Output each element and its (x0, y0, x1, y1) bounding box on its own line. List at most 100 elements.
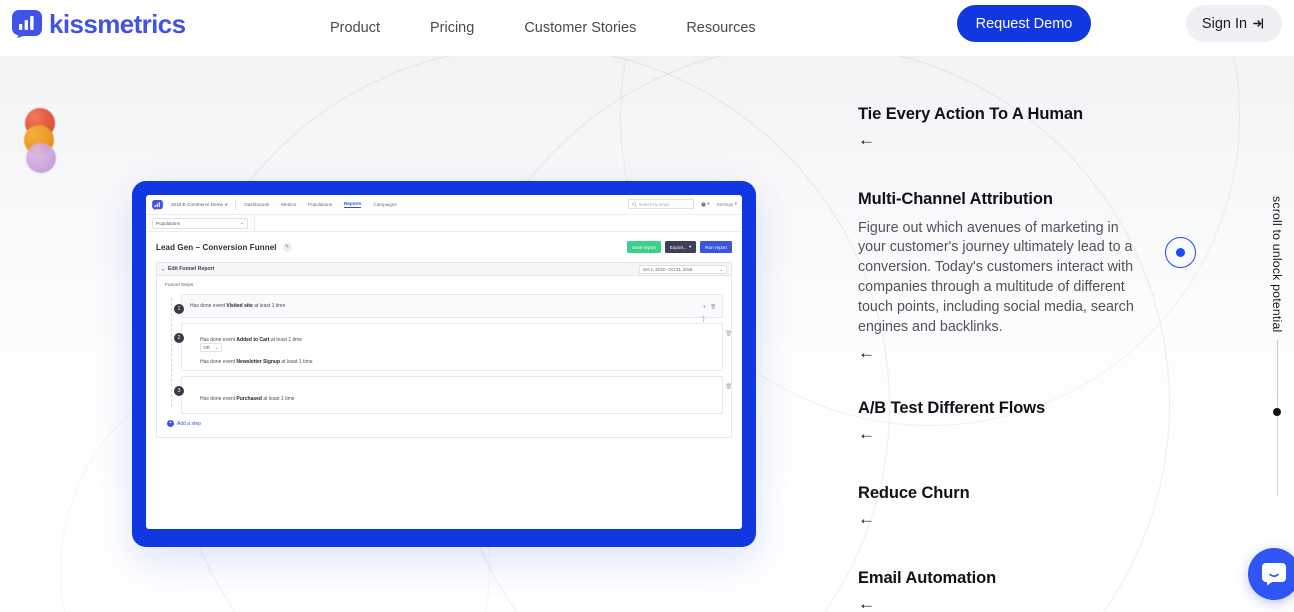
funnel-step-row: 3 🗑 Has done event Purchased at least 1 … (165, 376, 732, 414)
chevron-down-icon: ▾ (707, 201, 710, 206)
feature-item-tie-every-action: Tie Every Action To A Human ← (858, 104, 1083, 148)
app-nav-reports[interactable]: Reports (344, 201, 362, 208)
date-range-picker[interactable]: Oct 1, 2018 - Oct 31, 2018 ⌄ (639, 265, 727, 275)
add-step-label: Add a step (177, 420, 201, 427)
step-number-badge: 2 (174, 333, 184, 343)
edit-funnel-report-panel: ▾ Edit Funnel Report Oct 1, 2018 - Oct 3… (156, 262, 732, 438)
feature-item-multi-channel-attribution: Multi-Channel Attribution Figure out whi… (858, 189, 1146, 361)
delete-icon[interactable]: 🗑 (725, 384, 732, 390)
chevron-down-icon: ▾ (688, 244, 692, 249)
step-condition-card[interactable]: Has done event Visited site at least 1 t… (181, 294, 723, 318)
sphere-purple (26, 143, 56, 173)
feature-title: Tie Every Action To A Human (858, 105, 1083, 123)
step-number-badge: 3 (174, 386, 184, 396)
step-condition-text: Has done event Visited site at least 1 t… (190, 303, 286, 309)
funnel-step-row: 1 Has done event Visited site at least 1… (165, 294, 723, 318)
help-button[interactable]: ? ▾ (701, 201, 710, 207)
app-nav-campaigns[interactable]: Campaigns (373, 202, 396, 208)
request-demo-button[interactable]: Request Demo (957, 5, 1091, 42)
step-condition-card[interactable]: Has done event Added to Cart at least 1 … (181, 323, 723, 371)
chevron-down-icon: ⌄ (214, 344, 219, 350)
main-nav-links: Product Pricing Customer Stories Resourc… (330, 0, 756, 56)
decorative-spheres (24, 108, 64, 174)
export-label: Export... (669, 244, 687, 250)
bar-chart-icon (12, 10, 42, 38)
run-report-button[interactable]: Run report (700, 241, 732, 253)
funnel-steps-label: Funnel Steps (165, 283, 194, 288)
arrow-left-icon[interactable]: ← (858, 510, 970, 527)
scroll-track-lower (1276, 416, 1278, 497)
arrow-left-icon[interactable]: ← (858, 344, 1146, 361)
arrow-left-icon[interactable]: ← (858, 595, 996, 612)
feature-item-email-automation: Email Automation ← (858, 568, 996, 612)
scroll-hint-text: scroll to unlock potential (1270, 196, 1284, 333)
panel-title: Edit Funnel Report (168, 266, 215, 272)
panel-header[interactable]: ▾ Edit Funnel Report Oct 1, 2018 - Oct 3… (157, 263, 731, 276)
chevron-down-icon: ▾ (225, 201, 228, 207)
step-sub-condition-text: Has done event Newsletter Signup at leas… (200, 358, 313, 365)
app-search-placeholder: Search by email (638, 201, 669, 207)
add-step-button[interactable]: + Add a step (167, 420, 723, 427)
chat-bubble-icon (1262, 563, 1286, 586)
nav-link-resources[interactable]: Resources (686, 20, 755, 36)
report-action-buttons: Save report Export... ▾ Run report (627, 241, 732, 253)
chat-widget-button[interactable] (1248, 548, 1294, 600)
app-logo-icon[interactable] (152, 199, 163, 210)
delete-icon[interactable]: 🗑 (725, 331, 732, 337)
app-nav-populations[interactable]: Populations (308, 202, 332, 208)
arrow-left-icon[interactable]: ← (858, 131, 1083, 148)
app-sub-nav: Populations ⌄ (146, 215, 742, 232)
nav-link-product[interactable]: Product (330, 20, 380, 36)
or-operator-select[interactable]: OR ⌄ (200, 342, 222, 352)
export-button[interactable]: Export... ▾ (664, 241, 697, 253)
feature-title: Multi-Channel Attribution (858, 190, 1053, 208)
app-window: 2018 E-Commerce Demo ▾ Dashboards Metric… (146, 195, 742, 529)
step-condition-text: Has done event Added to Cart at least 1 … (200, 336, 302, 343)
report-title-row: Lead Gen – Conversion Funnel ✎ Save repo… (146, 232, 742, 262)
populations-select-value: Populations (156, 220, 181, 226)
landing-page: kissmetrics Product Pricing Customer Sto… (0, 0, 1294, 612)
login-arrow-icon (1253, 18, 1264, 29)
nav-link-pricing[interactable]: Pricing (430, 20, 474, 36)
nav-link-customer-stories[interactable]: Customer Stories (524, 20, 636, 36)
arrow-left-icon[interactable]: ← (858, 425, 1045, 442)
app-top-right-tools: Search by email ? ▾ Settings ▾ (627, 199, 737, 209)
scroll-thumb-dot[interactable] (1273, 408, 1281, 417)
sign-in-button[interactable]: Sign In (1186, 5, 1282, 42)
save-report-button[interactable]: Save report (627, 241, 661, 253)
populations-select[interactable]: Populations ⌄ (152, 217, 248, 229)
pencil-icon[interactable]: ✎ (282, 242, 292, 252)
chevron-down-icon: ⌄ (719, 267, 723, 273)
delete-icon[interactable]: 🗑 (710, 304, 716, 310)
app-search-input[interactable]: Search by email (627, 199, 694, 209)
account-name: 2018 E-Commerce Demo (171, 202, 224, 207)
app-nav-metrics[interactable]: Metrics (281, 202, 296, 208)
app-top-bar: 2018 E-Commerce Demo ▾ Dashboards Metric… (146, 195, 742, 215)
account-switcher[interactable]: 2018 E-Commerce Demo ▾ (171, 202, 227, 208)
or-operator-value: OR (203, 344, 210, 350)
report-title: Lead Gen – Conversion Funnel (156, 242, 277, 252)
feature-title: Email Automation (858, 569, 997, 587)
scroll-track-upper (1276, 340, 1278, 413)
app-nav-dashboards[interactable]: Dashboards (244, 202, 269, 208)
progress-ring-indicator[interactable] (1165, 237, 1196, 268)
brand-logo[interactable]: kissmetrics (12, 10, 186, 38)
plus-circle-icon: + (167, 420, 174, 427)
top-navigation-bar: kissmetrics Product Pricing Customer Sto… (0, 0, 1294, 56)
step-number-badge: 1 (174, 304, 184, 314)
feature-title: A/B Test Different Flows (858, 399, 1046, 417)
chevron-down-icon[interactable]: ▾ (703, 304, 705, 310)
date-range-value: Oct 1, 2018 - Oct 31, 2018 (643, 267, 693, 273)
chevron-down-icon: ▾ (162, 266, 165, 272)
sub-nav-spacer (254, 215, 736, 231)
feature-title: Reduce Churn (858, 484, 970, 502)
chevron-down-icon: ▾ (734, 201, 737, 206)
settings-menu[interactable]: Settings ▾ (717, 201, 737, 207)
step-condition-card[interactable]: Has done event Purchased at least 1 time (181, 376, 723, 414)
scroll-hint: scroll to unlock potential (1266, 196, 1288, 497)
ring-center-dot (1176, 248, 1185, 257)
divider (235, 199, 237, 210)
chevron-down-icon: ⌄ (240, 220, 244, 225)
search-icon (632, 201, 637, 207)
step-condition-text: Has done event Purchased at least 1 time (200, 395, 295, 402)
